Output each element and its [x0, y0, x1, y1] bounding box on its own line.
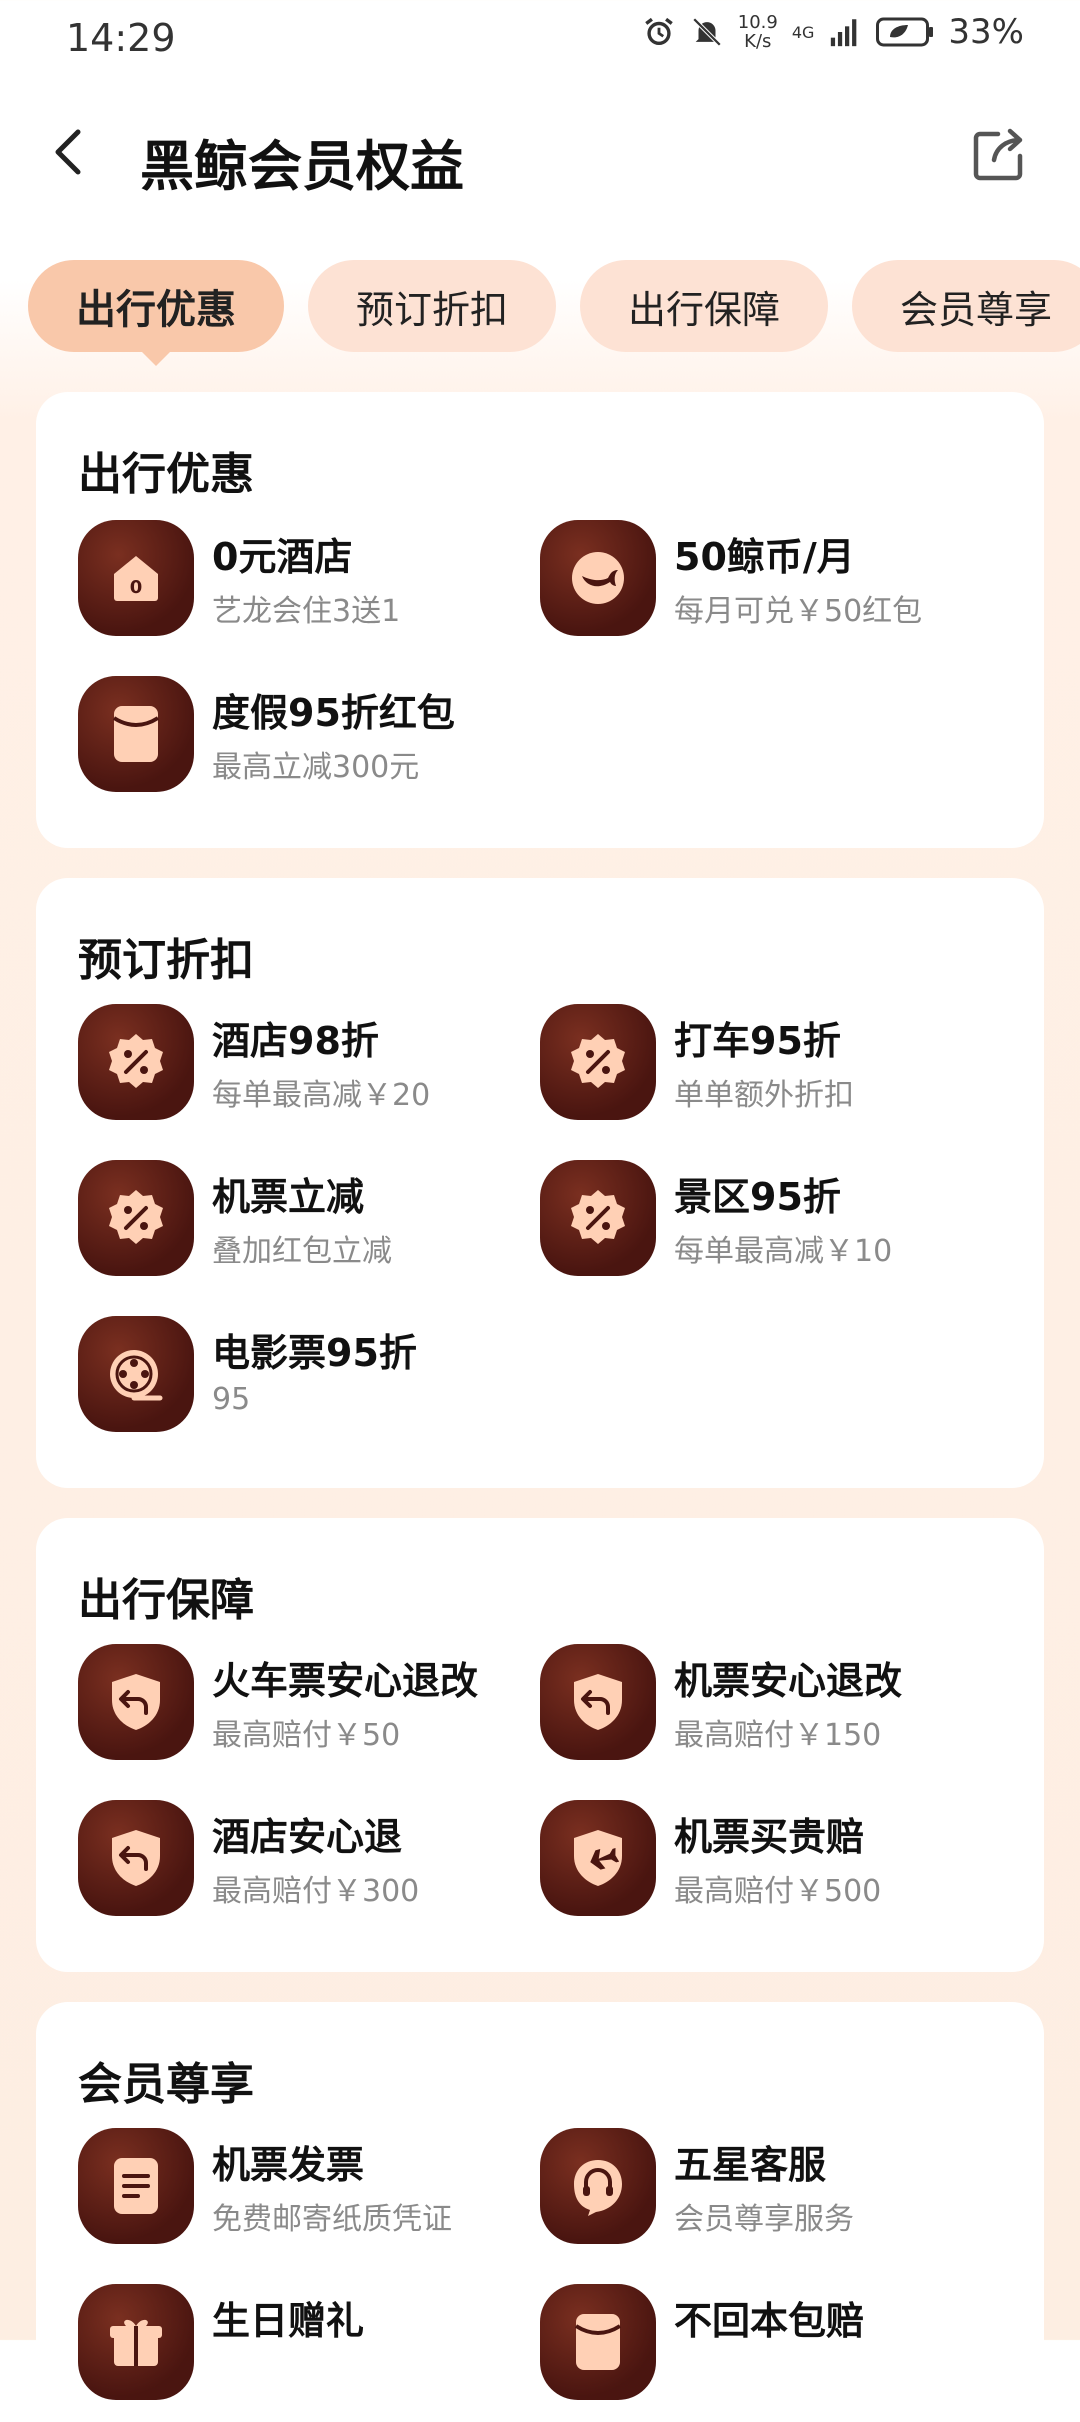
benefit-desc: 会员尊享服务	[674, 2202, 854, 2237]
discount-icon	[540, 1160, 656, 1276]
discount-icon	[78, 1004, 194, 1120]
tab-member-exclusive[interactable]: 会员尊享	[852, 260, 1080, 352]
status-bar: 14:29 10.9 K/s 4G 33%	[0, 0, 1080, 80]
battery-icon	[876, 17, 934, 47]
headset-icon	[540, 2128, 656, 2244]
shield-return-icon	[78, 1800, 194, 1916]
status-icons: 10.9 K/s 4G 33%	[642, 12, 1024, 52]
benefit-name: 0元酒店	[212, 535, 353, 579]
benefit-desc: 每单最高减￥10	[674, 1234, 893, 1269]
benefit-desc: 最高赔付￥500	[674, 1874, 882, 1909]
benefit-name: 电影票95折	[212, 1331, 417, 1375]
red-packet-icon	[540, 2284, 656, 2400]
benefit-item-payback-guarantee[interactable]: 不回本包赔	[540, 2284, 1000, 2404]
tab-travel-protection[interactable]: 出行保障	[580, 260, 829, 352]
benefit-name: 五星客服	[674, 2143, 827, 2187]
benefit-desc: 每月可兑￥50红包	[674, 594, 923, 629]
section-booking-discount: 预订折扣 酒店98折 每单最高减￥20 打车95折 单单额外折扣 机票立减 叠加…	[36, 878, 1044, 1488]
benefit-desc: 单单额外折扣	[674, 1078, 854, 1113]
benefit-item-five-star-service[interactable]: 五星客服 会员尊享服务	[540, 2128, 1000, 2248]
section-travel-deals: 出行优惠 0 0元酒店 艺龙会住3送1 50鲸币/月 每月可兑￥50红包 度假9…	[36, 392, 1044, 848]
red-packet-icon	[78, 676, 194, 792]
discount-icon	[78, 1160, 194, 1276]
shield-return-icon	[78, 1644, 194, 1760]
benefit-item-hotel-98[interactable]: 酒店98折 每单最高减￥20	[78, 1004, 538, 1124]
tab-bar: 出行优惠 预订折扣 出行保障 会员尊享	[28, 260, 1080, 352]
benefit-desc: 免费邮寄纸质凭证	[212, 2202, 452, 2237]
shield-plane-icon	[540, 1800, 656, 1916]
benefit-desc: 95	[212, 1382, 251, 1417]
mute-bell-icon	[692, 17, 722, 47]
svg-text:0: 0	[130, 577, 143, 598]
benefit-name: 生日赠礼	[212, 2299, 365, 2343]
benefit-item-hotel-refund[interactable]: 酒店安心退 最高赔付￥300	[78, 1800, 538, 1920]
benefit-item-free-hotel[interactable]: 0 0元酒店 艺龙会住3送1	[78, 520, 538, 640]
benefit-item-vacation-packet[interactable]: 度假95折红包 最高立减300元	[78, 676, 538, 796]
benefit-desc: 叠加红包立减	[212, 1234, 392, 1269]
benefit-item-flight-invoice[interactable]: 机票发票 免费邮寄纸质凭证	[78, 2128, 538, 2248]
invoice-icon	[78, 2128, 194, 2244]
benefit-item-movie-95[interactable]: 电影票95折 95	[78, 1316, 538, 1436]
section-travel-protection: 出行保障 火车票安心退改 最高赔付￥50 机票安心退改 最高赔付￥150 酒店安…	[36, 1518, 1044, 1972]
film-reel-icon	[78, 1316, 194, 1432]
benefit-desc: 最高立减300元	[212, 750, 420, 785]
section-member-exclusive: 会员尊享 机票发票 免费邮寄纸质凭证 五星客服 会员尊享服务 生日赠礼 不回本包…	[36, 2002, 1044, 2422]
net-speed-unit: K/s	[744, 31, 772, 52]
section-title: 预订折扣	[78, 935, 254, 986]
benefit-item-flight-refund[interactable]: 机票安心退改 最高赔付￥150	[540, 1644, 1000, 1764]
status-time: 14:29	[66, 16, 176, 60]
signal-icon	[831, 19, 857, 47]
alarm-icon	[644, 17, 673, 46]
gift-icon	[78, 2284, 194, 2400]
back-arrow-icon[interactable]	[40, 122, 100, 182]
network-type: 4G	[791, 22, 815, 42]
benefit-name: 50鲸币/月	[674, 535, 855, 579]
benefit-name: 机票买贵赔	[674, 1815, 865, 1859]
hotel-icon: 0	[78, 520, 194, 636]
page-title: 黑鲸会员权益	[140, 135, 464, 198]
header: 黑鲸会员权益	[0, 100, 1080, 210]
benefit-name: 机票发票	[212, 2143, 365, 2187]
section-title: 出行保障	[78, 1575, 254, 1626]
whale-coin-icon	[540, 520, 656, 636]
benefit-name: 酒店98折	[212, 1019, 379, 1063]
share-icon[interactable]	[968, 126, 1028, 186]
benefit-item-scenic-95[interactable]: 景区95折 每单最高减￥10	[540, 1160, 1000, 1280]
tab-booking-discount[interactable]: 预订折扣	[308, 260, 557, 352]
battery-percent: 33%	[948, 12, 1024, 52]
benefit-desc: 每单最高减￥20	[212, 1078, 431, 1113]
shield-return-icon	[540, 1644, 656, 1760]
benefit-name: 景区95折	[674, 1175, 841, 1219]
benefit-desc: 最高赔付￥150	[674, 1718, 882, 1753]
benefit-item-flight-price-guarantee[interactable]: 机票买贵赔 最高赔付￥500	[540, 1800, 1000, 1920]
benefit-item-train-refund[interactable]: 火车票安心退改 最高赔付￥50	[78, 1644, 538, 1764]
benefit-desc: 最高赔付￥50	[212, 1718, 401, 1753]
benefit-desc: 最高赔付￥300	[212, 1874, 420, 1909]
net-speed: 10.9 K/s	[738, 13, 778, 51]
benefit-name: 度假95折红包	[212, 691, 455, 735]
benefit-name: 火车票安心退改	[212, 1659, 479, 1703]
benefit-name: 机票立减	[212, 1175, 365, 1219]
benefit-item-birthday-gift[interactable]: 生日赠礼	[78, 2284, 538, 2404]
section-title: 出行优惠	[78, 449, 254, 500]
benefit-name: 打车95折	[674, 1019, 841, 1063]
benefit-item-flight-cut[interactable]: 机票立减 叠加红包立减	[78, 1160, 538, 1280]
tab-travel-deals[interactable]: 出行优惠	[28, 260, 284, 352]
net-speed-value: 10.9	[737, 12, 778, 33]
benefit-name: 机票安心退改	[674, 1659, 903, 1703]
benefit-item-taxi-95[interactable]: 打车95折 单单额外折扣	[540, 1004, 1000, 1124]
benefit-item-whale-coin[interactable]: 50鲸币/月 每月可兑￥50红包	[540, 520, 1000, 640]
benefit-name: 酒店安心退	[212, 1815, 403, 1859]
section-title: 会员尊享	[78, 2059, 254, 2110]
benefit-desc: 艺龙会住3送1	[212, 594, 401, 629]
discount-icon	[540, 1004, 656, 1120]
benefit-name: 不回本包赔	[674, 2299, 865, 2343]
